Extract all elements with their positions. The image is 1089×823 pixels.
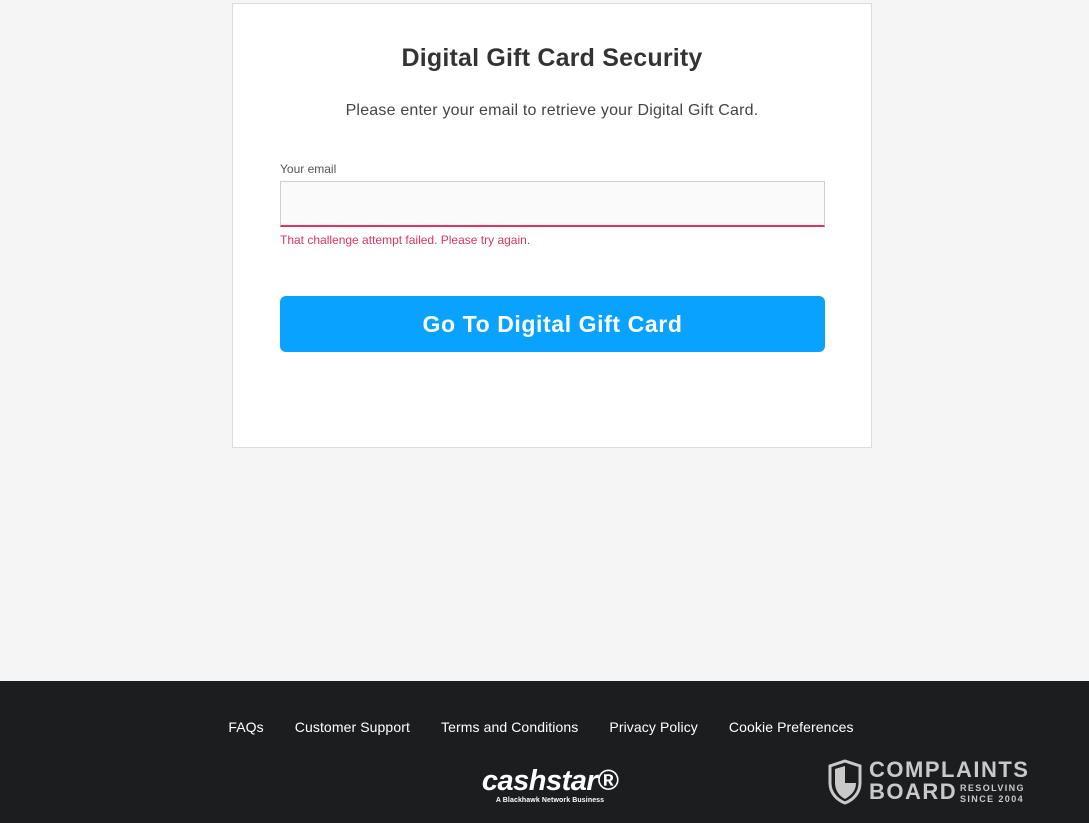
footer-link-customer-support[interactable]: Customer Support — [295, 719, 410, 735]
card-title: Digital Gift Card Security — [401, 44, 703, 72]
complaints-board-watermark: COMPLAINTS BOARD RESOLVING SINCE 2004 — [827, 757, 1047, 807]
footer-link-privacy[interactable]: Privacy Policy — [609, 719, 698, 735]
cashstar-tagline: A Blackhawk Network Business — [495, 797, 605, 804]
footer-link-cookie-preferences[interactable]: Cookie Preferences — [729, 719, 854, 735]
watermark-side-text: RESOLVING SINCE 2004 — [960, 783, 1025, 805]
shield-icon — [828, 759, 862, 805]
go-to-gift-card-button[interactable]: Go To Digital Gift Card — [280, 296, 825, 352]
footer-nav: FAQs Customer Support Terms and Conditio… — [0, 719, 1089, 735]
watermark-side-line1: RESOLVING — [960, 783, 1025, 793]
card-subtitle: Please enter your email to retrieve your… — [345, 102, 759, 119]
watermark-line2: BOARD — [869, 779, 958, 804]
cashstar-wordmark: cashstar® — [481, 765, 619, 797]
watermark-side-line2: SINCE 2004 — [960, 794, 1025, 804]
footer: FAQs Customer Support Terms and Conditio… — [0, 681, 1089, 823]
email-label: Your email — [280, 162, 337, 176]
email-field[interactable] — [280, 181, 825, 227]
footer-link-faqs[interactable]: FAQs — [228, 719, 263, 735]
cashstar-logo: cashstar® A Blackhawk Network Business — [470, 765, 630, 811]
email-verification-card: Digital Gift Card Security Please enter … — [232, 3, 872, 448]
footer-link-terms[interactable]: Terms and Conditions — [441, 719, 578, 735]
error-message: That challenge attempt failed. Please tr… — [280, 233, 531, 247]
